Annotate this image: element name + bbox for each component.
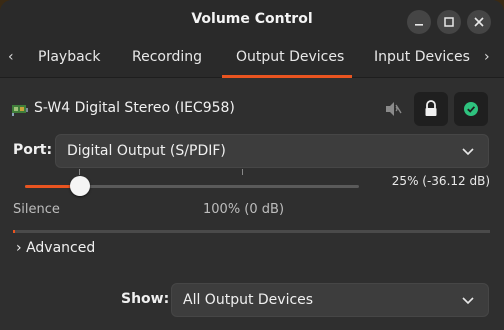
sound-card-icon (12, 105, 28, 116)
minimize-icon (415, 24, 423, 26)
minimize-button[interactable] (407, 10, 431, 34)
show-filter-dropdown[interactable]: All Output Devices (171, 283, 489, 317)
close-icon (474, 17, 484, 27)
chevron-left-icon: ‹ (8, 49, 14, 65)
chevron-right-icon: › (16, 240, 22, 256)
hundred-percent-label: 100% (0 dB) (203, 202, 285, 217)
volume-slider-handle[interactable] (70, 176, 91, 196)
device-name: S-W4 Digital Stereo (IEC958) (34, 100, 235, 116)
peak-meter (13, 230, 490, 233)
slider-tick-100 (242, 169, 243, 175)
active-tab-indicator (222, 75, 352, 78)
maximize-button[interactable] (437, 10, 461, 34)
tabs-scroll-right-button[interactable]: › (484, 49, 490, 65)
port-label: Port: (13, 142, 53, 158)
silence-label: Silence (13, 202, 60, 217)
tab-playback[interactable]: Playback (38, 49, 100, 65)
advanced-expander[interactable]: › Advanced (16, 240, 95, 256)
close-button[interactable] (467, 10, 491, 34)
chevron-right-icon: › (484, 49, 490, 65)
lock-icon (425, 100, 437, 116)
tab-bar: ‹ Playback Recording Output Devices Inpu… (0, 40, 504, 78)
show-selected-value: All Output Devices (183, 292, 314, 308)
volume-control-window: Volume Control ‹ Playback Recording Outp… (0, 0, 504, 330)
lock-channels-button[interactable] (414, 92, 448, 126)
tab-output-devices[interactable]: Output Devices (236, 49, 344, 65)
show-label: Show: (121, 291, 170, 307)
check-circle-icon (464, 102, 478, 116)
maximize-icon (444, 17, 454, 27)
port-dropdown[interactable]: Digital Output (S/PDIF) (55, 134, 489, 168)
slider-tick-silence (79, 169, 80, 175)
peak-meter-fill (13, 230, 15, 233)
chevron-down-icon (462, 148, 474, 156)
port-selected-value: Digital Output (S/PDIF) (67, 143, 226, 159)
tab-recording[interactable]: Recording (132, 49, 202, 65)
tabs-scroll-left-button[interactable]: ‹ (8, 49, 14, 65)
tab-input-devices[interactable]: Input Devices (374, 49, 470, 65)
set-default-button[interactable] (454, 92, 488, 126)
chevron-down-icon (462, 297, 474, 305)
advanced-label: Advanced (26, 240, 96, 256)
title-bar: Volume Control (0, 0, 504, 40)
volume-readout: 25% (-36.12 dB) (391, 174, 490, 188)
speaker-muted-icon[interactable] (384, 101, 402, 117)
